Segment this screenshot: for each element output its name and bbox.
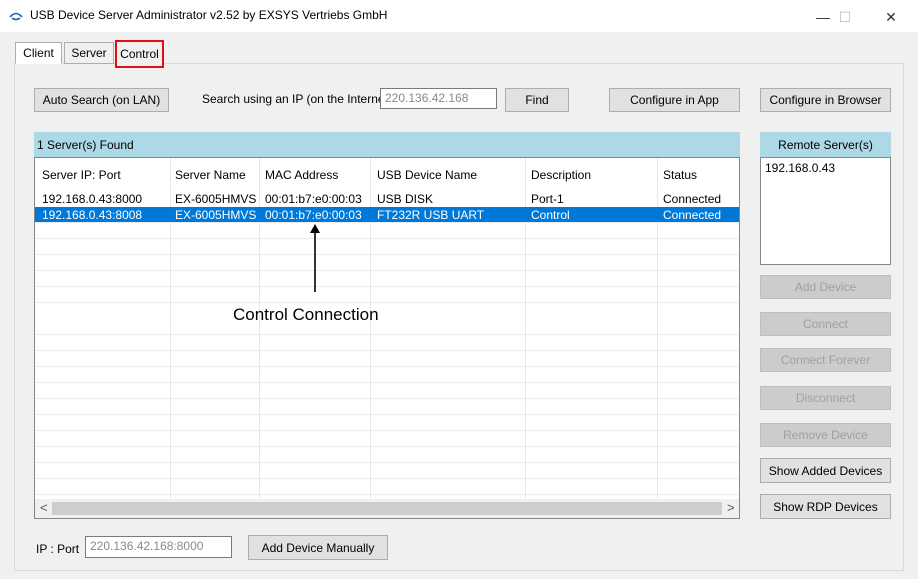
configure-app-button[interactable]: Configure in App bbox=[609, 88, 740, 112]
ip-port-label: IP : Port bbox=[36, 542, 80, 556]
cell-description: Control bbox=[531, 208, 570, 222]
row-divider bbox=[35, 430, 739, 431]
search-ip-label: Search using an IP (on the Internet) bbox=[202, 92, 392, 106]
remote-servers-header: Remote Server(s) bbox=[760, 132, 891, 157]
column-header-usb-device[interactable]: USB Device Name bbox=[377, 168, 477, 182]
row-divider bbox=[35, 238, 739, 239]
tab-control[interactable]: Control bbox=[115, 40, 164, 68]
app-icon bbox=[9, 12, 23, 21]
cell-mac: 00:01:b7:e0:00:03 bbox=[265, 192, 362, 206]
table-row-selected[interactable]: 192.168.0.43:8008 EX-6005HMVS 00:01:b7:e… bbox=[35, 207, 739, 222]
row-divider bbox=[35, 254, 739, 255]
list-item[interactable]: 192.168.0.43 bbox=[765, 161, 886, 175]
cell-status: Connected bbox=[663, 192, 722, 206]
column-header-description[interactable]: Description bbox=[531, 168, 591, 182]
cell-server-name: EX-6005HMVS bbox=[175, 208, 257, 222]
show-rdp-devices-button[interactable]: Show RDP Devices bbox=[760, 494, 891, 519]
column-header-server-name[interactable]: Server Name bbox=[175, 168, 246, 182]
servers-found-header: 1 Server(s) Found bbox=[34, 132, 740, 157]
configure-browser-button[interactable]: Configure in Browser bbox=[760, 88, 891, 112]
row-divider bbox=[35, 414, 739, 415]
window-title: USB Device Server Administrator v2.52 by… bbox=[30, 8, 388, 22]
annotation-label: Control Connection bbox=[233, 305, 379, 324]
row-divider bbox=[35, 494, 739, 495]
connect-forever-button[interactable]: Connect Forever bbox=[760, 348, 891, 372]
row-divider bbox=[35, 462, 739, 463]
cell-server-name: EX-6005HMVS bbox=[175, 192, 257, 206]
close-button[interactable]: ✕ bbox=[868, 4, 914, 30]
remote-servers-list[interactable]: 192.168.0.43 bbox=[760, 157, 891, 265]
row-divider bbox=[35, 478, 739, 479]
scroll-right-icon[interactable]: > bbox=[727, 500, 735, 515]
auto-search-button[interactable]: Auto Search (on LAN) bbox=[34, 88, 169, 112]
connect-button[interactable]: Connect bbox=[760, 312, 891, 336]
scroll-left-icon[interactable]: < bbox=[40, 500, 48, 515]
annotation-arrow bbox=[310, 224, 320, 292]
cell-description: Port-1 bbox=[531, 192, 564, 206]
servers-found-label: 1 Server(s) Found bbox=[37, 137, 134, 152]
tab-client[interactable]: Client bbox=[15, 42, 62, 64]
search-ip-input[interactable]: 220.136.42.168 bbox=[380, 88, 497, 109]
show-added-devices-button[interactable]: Show Added Devices bbox=[760, 458, 891, 483]
row-divider bbox=[35, 222, 739, 223]
row-divider bbox=[35, 334, 739, 335]
row-divider bbox=[35, 350, 739, 351]
row-divider bbox=[35, 366, 739, 367]
column-header-server-ip[interactable]: Server IP: Port bbox=[42, 168, 121, 182]
row-divider bbox=[35, 382, 739, 383]
cell-server-ip: 192.168.0.43:8008 bbox=[42, 208, 143, 222]
column-header-mac[interactable]: MAC Address bbox=[265, 168, 338, 182]
cell-mac: 00:01:b7:e0:00:03 bbox=[265, 208, 362, 222]
cell-usb-device: USB DISK bbox=[377, 192, 434, 206]
remote-servers-label: Remote Server(s) bbox=[778, 137, 873, 152]
find-button[interactable]: Find bbox=[505, 88, 569, 112]
ip-port-input[interactable]: 220.136.42.168:8000 bbox=[85, 536, 232, 558]
scrollbar-thumb[interactable] bbox=[52, 502, 722, 515]
row-divider bbox=[35, 398, 739, 399]
add-device-manually-button[interactable]: Add Device Manually bbox=[248, 535, 388, 560]
row-divider bbox=[35, 446, 739, 447]
cell-status: Connected bbox=[663, 208, 722, 222]
row-divider bbox=[35, 270, 739, 271]
column-header-status[interactable]: Status bbox=[663, 168, 697, 182]
row-divider bbox=[35, 302, 739, 303]
disconnect-button[interactable]: Disconnect bbox=[760, 386, 891, 410]
remove-device-button[interactable]: Remove Device bbox=[760, 423, 891, 447]
row-divider bbox=[35, 286, 739, 287]
tab-server[interactable]: Server bbox=[64, 42, 114, 64]
table-row[interactable]: 192.168.0.43:8000 EX-6005HMVS 00:01:b7:e… bbox=[35, 191, 739, 206]
add-device-button[interactable]: Add Device bbox=[760, 275, 891, 299]
maximize-button[interactable]: ☐ bbox=[822, 4, 868, 30]
cell-usb-device: FT232R USB UART bbox=[377, 208, 485, 222]
cell-server-ip: 192.168.0.43:8000 bbox=[42, 192, 143, 206]
